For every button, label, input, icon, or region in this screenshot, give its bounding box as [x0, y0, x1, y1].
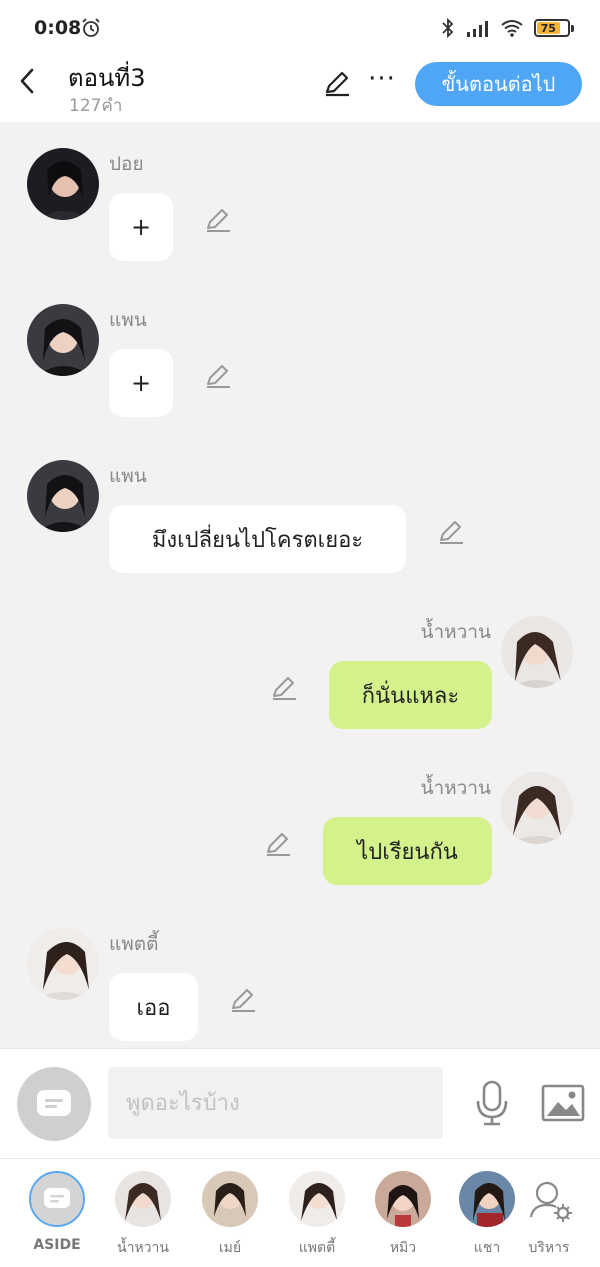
- back-arrow-icon[interactable]: [14, 66, 42, 96]
- message-bubble[interactable]: ก็นั่นแหละ: [329, 661, 492, 729]
- avatar[interactable]: [27, 928, 99, 1000]
- more-options-icon[interactable]: ···: [368, 64, 396, 94]
- character-item[interactable]: เมย์: [193, 1171, 267, 1259]
- aside-avatar: [29, 1171, 85, 1227]
- edit-message-icon[interactable]: [264, 830, 292, 858]
- sender-name: แพน: [109, 309, 147, 331]
- sender-name: น้ำหวาน: [420, 777, 491, 799]
- message-bubble[interactable]: ไปเรียนกัน: [323, 817, 492, 885]
- avatar[interactable]: [501, 772, 573, 844]
- avatar: [459, 1171, 515, 1227]
- character-label: น้ำหวาน: [117, 1240, 169, 1256]
- alarm-icon: [82, 18, 100, 37]
- edit-message-icon[interactable]: [270, 674, 298, 702]
- word-count: 127คำ: [69, 96, 123, 116]
- avatar: [375, 1171, 431, 1227]
- avatar[interactable]: [27, 304, 99, 376]
- character-selector: ASIDE น้ำหวาน เมย์ แพตตี้ หมิว แชา บริหา…: [0, 1158, 600, 1267]
- chat-bubble-icon: [44, 1188, 70, 1208]
- edit-message-icon[interactable]: [229, 986, 257, 1014]
- battery-level: 75: [537, 22, 560, 35]
- status-time: 0:08: [34, 17, 82, 39]
- bluetooth-icon: [442, 18, 454, 38]
- character-item[interactable]: หมิว: [366, 1171, 440, 1259]
- message-bubble[interactable]: +: [109, 193, 173, 261]
- manage-characters[interactable]: บริหาร: [512, 1171, 586, 1259]
- sender-name: แพตตี้: [109, 933, 159, 955]
- microphone-icon[interactable]: [473, 1079, 511, 1127]
- avatar: [115, 1171, 171, 1227]
- avatar: [289, 1171, 345, 1227]
- signal-icon: [467, 21, 488, 37]
- chat-bubble-icon: [37, 1090, 71, 1116]
- battery-icon: 75: [534, 19, 574, 37]
- character-label: หมิว: [389, 1240, 417, 1256]
- character-label: แพตตี้: [298, 1240, 336, 1256]
- edit-pencil-icon[interactable]: [322, 68, 352, 98]
- manage-icon-wrap: [521, 1171, 577, 1227]
- character-label: เมย์: [218, 1240, 242, 1256]
- character-item[interactable]: น้ำหวาน: [106, 1171, 180, 1259]
- avatar[interactable]: [27, 460, 99, 532]
- message-input-bar: [0, 1048, 600, 1158]
- sender-name: แพน: [109, 465, 147, 487]
- character-aside[interactable]: ASIDE: [20, 1171, 94, 1253]
- message-input[interactable]: [108, 1067, 443, 1139]
- message-bubble[interactable]: +: [109, 349, 173, 417]
- message-bubble[interactable]: เออ: [109, 973, 198, 1041]
- edit-message-icon[interactable]: [437, 518, 465, 546]
- message-bubble[interactable]: มึงเปลี่ยนไปโครตเยอะ: [109, 505, 406, 573]
- avatar[interactable]: [501, 616, 573, 688]
- character-label: ASIDE: [33, 1237, 81, 1253]
- sender-name: ปอย: [109, 153, 144, 175]
- edit-message-icon[interactable]: [204, 206, 232, 234]
- avatar: [202, 1171, 258, 1227]
- sender-name: น้ำหวาน: [420, 621, 491, 643]
- status-bar: 0:08 75: [0, 0, 600, 56]
- edit-message-icon[interactable]: [204, 362, 232, 390]
- avatar[interactable]: [27, 148, 99, 220]
- chat-area: ปอย + แพน + แพน มึงเปลี่ยนไปโครตเยอะ น้ำ…: [0, 122, 600, 1048]
- character-item[interactable]: แพตตี้: [280, 1171, 354, 1259]
- header: ตอนที่3 127คำ ··· ขั้นตอนต่อไป: [0, 56, 600, 122]
- character-label: บริหาร: [528, 1240, 570, 1256]
- next-step-button[interactable]: ขั้นตอนต่อไป: [415, 62, 582, 106]
- wifi-icon: [501, 20, 523, 37]
- image-icon[interactable]: [541, 1083, 585, 1123]
- user-settings-icon: [529, 1181, 572, 1222]
- aside-toggle-button[interactable]: [17, 1067, 91, 1141]
